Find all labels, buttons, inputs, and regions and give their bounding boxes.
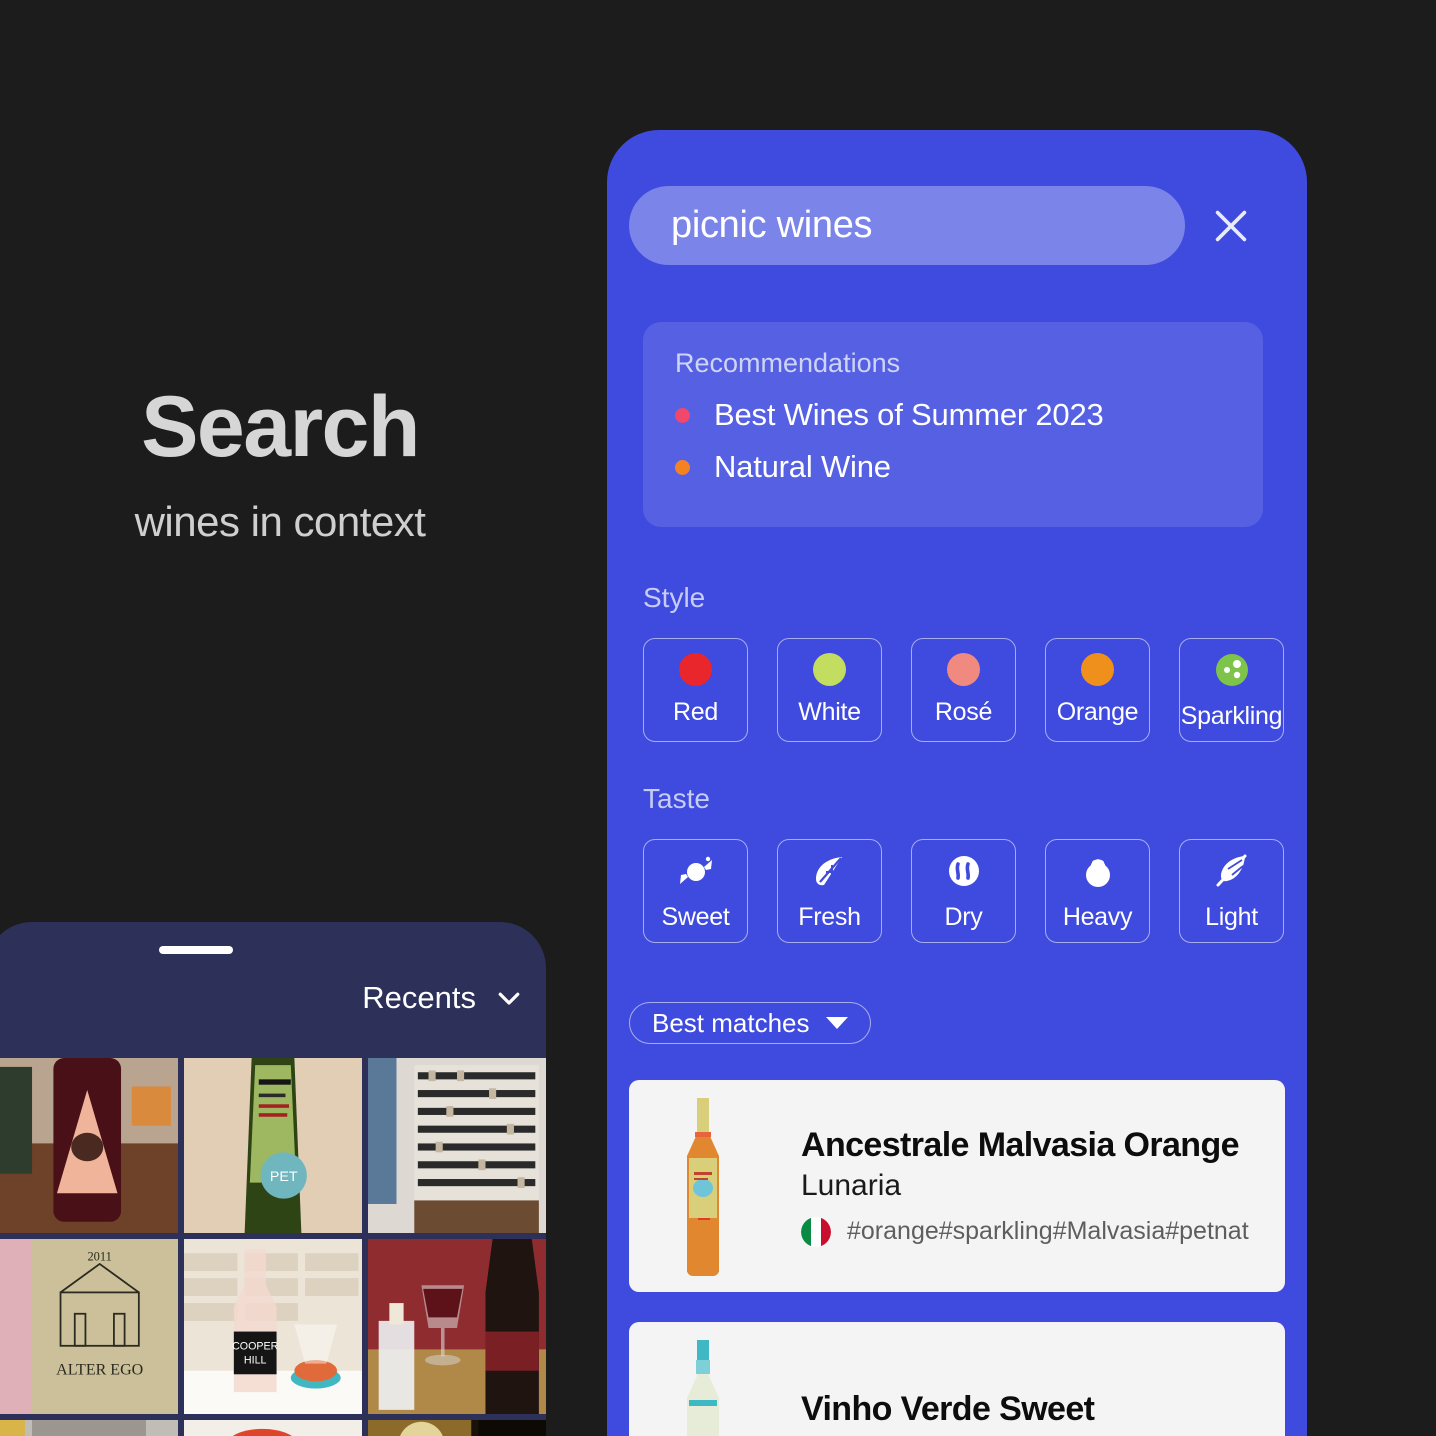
filter-chip-label: Sparkling [1180, 701, 1283, 730]
filter-chip-fresh[interactable]: Fresh [777, 839, 882, 943]
bullet-dot-icon [675, 459, 690, 475]
feather-icon [1216, 854, 1246, 886]
filter-chip-rose[interactable]: Rosé [911, 638, 1016, 742]
recommendation-label: Natural Wine [714, 449, 891, 484]
recents-panel: Recents PET ALTER EGO 2011 COOPER HILL [0, 922, 546, 1436]
photo-thumbnail [184, 1420, 362, 1436]
weight-drop-icon [1085, 858, 1110, 887]
filter-chip-white[interactable]: White [777, 638, 882, 742]
photo-thumbnail [368, 1058, 546, 1233]
list-item[interactable] [0, 1058, 178, 1233]
list-item[interactable]: ALTER EGO 2011 [0, 1239, 178, 1414]
dry-circle-icon [948, 855, 979, 886]
filter-chip-label: White [798, 698, 861, 726]
wine-producer: Lunaria [801, 1168, 902, 1202]
filter-chip-light[interactable]: Light [1179, 839, 1284, 943]
recommendations-title: Recommendations [675, 348, 901, 378]
result-text-block: Vinho Verde Sweet Casal Garcia [801, 1389, 1095, 1436]
photo-thumbnail [0, 1420, 178, 1436]
wine-tags: #orange#sparkling#Malvasia#petnat [847, 1217, 1249, 1245]
recommendation-item-0[interactable]: Best Wines of Summer 2023 [675, 397, 1231, 433]
recents-photo-grid: PET ALTER EGO 2011 COOPER HILL [0, 1058, 546, 1436]
taste-section-label: Taste [643, 783, 710, 814]
recommendation-label: Best Wines of Summer 2023 [714, 397, 1104, 432]
wine-tag-row: #orange#sparkling#Malvasia#petnat [801, 1216, 1249, 1247]
white-wine-bottle [687, 1340, 719, 1436]
table-row[interactable]: Ancestrale Malvasia Orange Lunaria #oran… [629, 1080, 1285, 1292]
filter-chip-label: Sweet [661, 902, 730, 931]
clear-search-button[interactable] [1195, 186, 1267, 265]
list-item[interactable]: PET [184, 1058, 362, 1233]
sort-dropdown-label: Best matches [652, 1007, 810, 1038]
svg-text:PET: PET [270, 1169, 298, 1185]
table-row[interactable]: Vinho Verde Sweet Casal Garcia [629, 1322, 1285, 1436]
recommendation-item-1[interactable]: Natural Wine [675, 449, 1231, 485]
filter-chip-sparkling[interactable]: Sparkling [1179, 638, 1284, 742]
svg-text:2011: 2011 [87, 1249, 111, 1263]
taste-filter-row: Sweet Fresh Dry Heavy Light [643, 839, 1284, 943]
hero-section: Search wines in context [0, 0, 560, 930]
list-item[interactable] [368, 1239, 546, 1414]
svg-text:COOPER: COOPER [232, 1340, 279, 1352]
page-subtitle: wines in context [134, 498, 426, 545]
filter-chip-heavy[interactable]: Heavy [1045, 839, 1150, 943]
drag-handle[interactable] [159, 946, 233, 954]
filter-chip-red[interactable]: Red [643, 638, 748, 742]
filter-chip-label: Light [1205, 902, 1258, 931]
filter-chip-label: Heavy [1062, 902, 1133, 931]
orange-wine-bottle [687, 1098, 719, 1276]
sparkling-bubbles-icon [1215, 653, 1248, 686]
wine-name: Ancestrale Malvasia Orange [801, 1125, 1240, 1164]
close-icon [1215, 210, 1247, 241]
search-input-value: picnic wines [671, 204, 873, 246]
style-section-label: Style [643, 582, 706, 613]
phone-panel: picnic wines Recommendations Best Wines … [607, 130, 1307, 1436]
result-text-block: Ancestrale Malvasia Orange Lunaria #oran… [801, 1126, 1249, 1247]
caret-down-icon [825, 1017, 848, 1029]
red-wine-dot-icon [679, 653, 712, 686]
leaf-icon [815, 856, 842, 885]
photo-thumbnail [368, 1420, 546, 1436]
list-item[interactable] [184, 1420, 362, 1436]
filter-chip-orange[interactable]: Orange [1045, 638, 1150, 742]
recents-label: Recents [362, 980, 476, 1015]
svg-text:HILL: HILL [244, 1355, 267, 1367]
filter-chip-label: Red [673, 698, 718, 726]
photo-thumbnail: PET [184, 1058, 362, 1233]
italy-flag-icon [801, 1216, 831, 1247]
bullet-dot-icon [675, 407, 690, 423]
list-item[interactable] [368, 1420, 546, 1436]
sort-dropdown[interactable]: Best matches [629, 1002, 871, 1044]
white-wine-dot-icon [813, 653, 846, 686]
recents-header[interactable]: Recents [362, 980, 524, 1016]
svg-text:ALTER EGO: ALTER EGO [56, 1361, 143, 1378]
photo-thumbnail: COOPER HILL [184, 1239, 362, 1414]
wine-name: Vinho Verde Sweet [801, 1389, 1095, 1428]
filter-chip-label: Orange [1056, 698, 1139, 726]
list-item[interactable] [0, 1420, 178, 1436]
wine-producer: Casal Garcia [801, 1433, 1094, 1436]
list-item[interactable]: COOPER HILL [184, 1239, 362, 1414]
filter-chip-label: Fresh [798, 902, 861, 931]
photo-thumbnail [0, 1058, 178, 1233]
search-input[interactable]: picnic wines [629, 186, 1185, 265]
style-filter-row: Red White Rosé Orange Sparkling [643, 638, 1284, 742]
photo-thumbnail [368, 1239, 546, 1414]
recommendations-card: Recommendations Best Wines of Summer 202… [643, 322, 1263, 527]
photo-thumbnail: ALTER EGO 2011 [0, 1239, 178, 1414]
search-row: picnic wines [629, 186, 1285, 265]
page-title: Search [141, 379, 420, 475]
orange-wine-dot-icon [1081, 653, 1114, 686]
filter-chip-dry[interactable]: Dry [911, 839, 1016, 943]
filter-chip-label: Dry [944, 902, 983, 931]
screenshot-root: Search wines in context Recents PET ALTE… [0, 0, 1436, 1436]
rose-wine-dot-icon [947, 653, 980, 686]
filter-chip-sweet[interactable]: Sweet [643, 839, 748, 943]
list-item[interactable] [368, 1058, 546, 1233]
chevron-down-icon[interactable] [494, 983, 524, 1013]
filter-chip-label: Rosé [934, 698, 993, 726]
candy-icon [679, 856, 712, 884]
